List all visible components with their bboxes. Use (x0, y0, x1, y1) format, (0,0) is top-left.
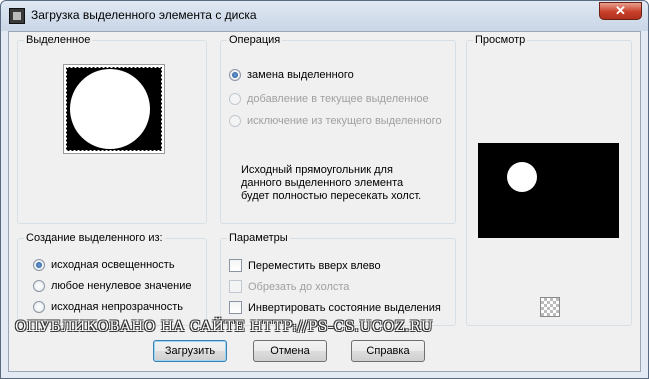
checkbox-indicator (229, 280, 242, 293)
checkbox-indicator[interactable] (229, 301, 242, 314)
create-from-group: Создание выделенного из: исходная освеще… (17, 232, 207, 326)
watermark-text: ОПУБЛИКОВАНО НА САЙТЕ HTTP://PS-CS.UCOZ.… (15, 319, 434, 335)
parameters-group: Параметры Переместить вверх влево Обреза… (220, 232, 456, 326)
description-line: Исходный прямоугольник для (241, 164, 393, 176)
operation-description: Исходный прямоугольник для данного выдел… (241, 164, 421, 203)
radio-subtract-from-selection: исключение из текущего выделенного (229, 115, 442, 127)
load-button[interactable]: Загрузить (153, 340, 227, 362)
selection-thumbnail (63, 64, 165, 154)
radio-label: любое ненулевое значение (51, 280, 192, 292)
operation-group-label: Операция (227, 34, 283, 46)
preview-group: Просмотр (466, 34, 632, 326)
close-button[interactable]: ✕ (599, 2, 642, 20)
create-from-group-label: Создание выделенного из: (24, 232, 165, 244)
checkbox-crop-to-canvas: Обрезать до холста (229, 280, 349, 293)
radio-indicator (229, 115, 241, 127)
radio-label: исходная непрозрачность (51, 301, 184, 313)
radio-source-opacity[interactable]: исходная непрозрачность (33, 301, 183, 313)
radio-indicator[interactable] (33, 259, 45, 271)
checkbox-invert-selection[interactable]: Инвертировать состояние выделения (229, 301, 441, 314)
radio-label: добавление в текущее выделенное (247, 93, 429, 105)
title-bar[interactable]: Загрузка выделенного элемента с диска ✕ (1, 1, 648, 31)
radio-label: исключение из текущего выделенного (247, 115, 442, 127)
radio-replace-selection[interactable]: замена выделенного (229, 69, 354, 81)
cancel-button[interactable]: Отмена (253, 340, 327, 362)
radio-indicator (229, 93, 241, 105)
checkbox-indicator[interactable] (229, 259, 242, 272)
checkerboard-icon[interactable] (540, 297, 560, 317)
description-line: будет полностью пересекать холст. (241, 190, 422, 202)
help-button[interactable]: Справка (351, 340, 425, 362)
radio-indicator[interactable] (33, 301, 45, 313)
radio-indicator[interactable] (33, 280, 45, 292)
preview-image (507, 162, 537, 192)
checkbox-label: Инвертировать состояние выделения (248, 301, 441, 314)
window-title: Загрузка выделенного элемента с диска (31, 8, 257, 22)
description-line: данного выделенного элемента (241, 177, 404, 189)
preview-group-label: Просмотр (473, 34, 528, 46)
selection-thumbnail-image (66, 67, 162, 151)
radio-label: замена выделенного (247, 69, 354, 81)
parameters-group-label: Параметры (227, 232, 290, 244)
checkbox-move-top-left[interactable]: Переместить вверх влево (229, 259, 381, 272)
radio-add-to-selection: добавление в текущее выделенное (229, 93, 429, 105)
selection-group: Выделенное (17, 34, 207, 224)
app-icon (9, 8, 25, 24)
radio-source-luminance[interactable]: исходная освещенность (33, 259, 175, 271)
checkbox-label: Переместить вверх влево (248, 259, 381, 272)
checkbox-label: Обрезать до холста (248, 280, 350, 293)
operation-group: Операция замена выделенного добавление в… (220, 34, 456, 224)
preview-canvas (478, 143, 619, 238)
radio-any-nonzero[interactable]: любое ненулевое значение (33, 280, 192, 292)
radio-indicator[interactable] (229, 69, 241, 81)
selection-group-label: Выделенное (24, 34, 93, 46)
dialog-window: Загрузка выделенного элемента с диска ✕ … (0, 0, 649, 379)
radio-label: исходная освещенность (51, 259, 175, 271)
